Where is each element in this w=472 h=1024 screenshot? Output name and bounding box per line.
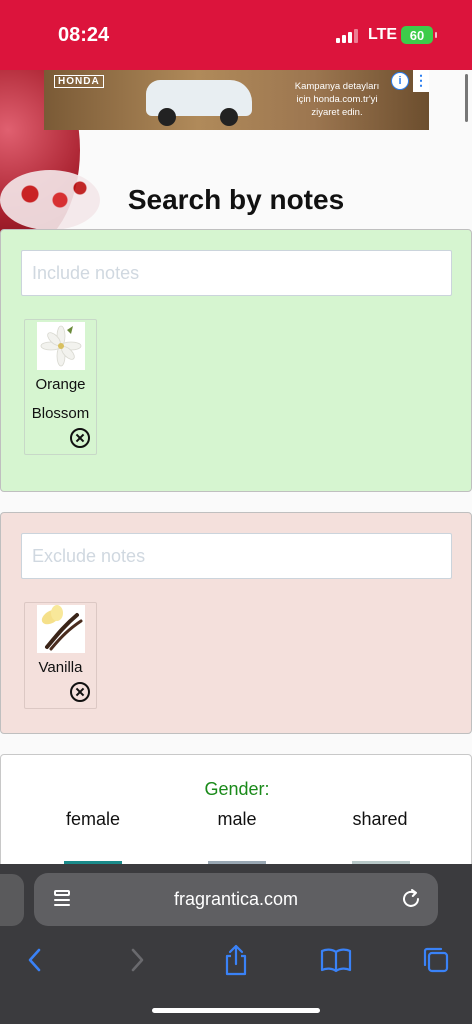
ad-brand-logo: HONDA (54, 75, 104, 88)
tabs-icon (423, 947, 449, 973)
exclude-notes-panel: Vanilla (0, 512, 472, 734)
network-type: LTE (368, 26, 398, 43)
note-name: Blossom (31, 405, 90, 422)
ad-banner[interactable]: HONDA Kampanya detayları için honda.com.… (44, 70, 429, 130)
gender-option-shared[interactable]: shared (320, 809, 440, 830)
include-notes-panel: Orange Blossom (0, 229, 472, 492)
battery-icon: 60 (401, 26, 437, 44)
cellular-signal-icon (336, 29, 358, 43)
vanilla-image (36, 605, 85, 653)
url-text[interactable]: fragrantica.com (34, 889, 438, 910)
status-bar: 08:24 LTE 60 (0, 0, 472, 70)
ad-text: Kampanya detayları için honda.com.tr'yi … (272, 80, 402, 119)
chevron-right-icon (131, 948, 144, 972)
include-notes-input[interactable] (21, 250, 452, 296)
reload-icon[interactable] (400, 888, 422, 910)
exclude-notes-input[interactable] (21, 533, 452, 579)
page-title: Search by notes (127, 184, 345, 215)
tabs-button[interactable] (418, 942, 454, 978)
ad-menu-icon[interactable]: ⋮ (413, 70, 429, 92)
note-card-orange-blossom[interactable]: Orange Blossom (24, 319, 97, 455)
status-time: 08:24 (58, 24, 110, 46)
book-icon (320, 948, 352, 973)
browser-toolbar: fragrantica.com (0, 864, 472, 1024)
gender-option-female[interactable]: female (33, 809, 153, 830)
home-indicator[interactable] (152, 1008, 320, 1013)
gender-option-male[interactable]: male (177, 809, 297, 830)
ad-text-line: için honda.com.tr'yi (296, 94, 378, 105)
note-card-vanilla[interactable]: Vanilla (24, 602, 97, 709)
ad-text-line: Kampanya detayları (294, 81, 380, 92)
share-icon (225, 944, 247, 976)
remove-note-icon[interactable] (70, 428, 90, 448)
ad-text-line: ziyaret edin. (311, 107, 363, 118)
web-page: HONDA Kampanya detayları için honda.com.… (0, 70, 472, 864)
note-name: Orange (35, 376, 86, 393)
battery-level: 60 (409, 27, 425, 43)
ad-car-image (146, 80, 252, 126)
remove-note-icon[interactable] (70, 682, 90, 702)
ad-info-icon[interactable]: i (391, 72, 409, 90)
orange-blossom-image (36, 322, 85, 370)
address-bar[interactable]: fragrantica.com (34, 873, 438, 926)
chevron-left-icon (28, 948, 41, 972)
share-button[interactable] (218, 942, 254, 978)
forward-button[interactable] (119, 942, 155, 978)
gender-label: Gender: (204, 779, 270, 799)
previous-tab-preview[interactable] (0, 874, 24, 926)
bookmarks-button[interactable] (318, 942, 354, 978)
note-name: Vanilla (38, 659, 83, 676)
page-scrollbar[interactable] (465, 74, 468, 122)
back-button[interactable] (17, 942, 53, 978)
gender-filter: Gender: female male shared (0, 754, 472, 864)
